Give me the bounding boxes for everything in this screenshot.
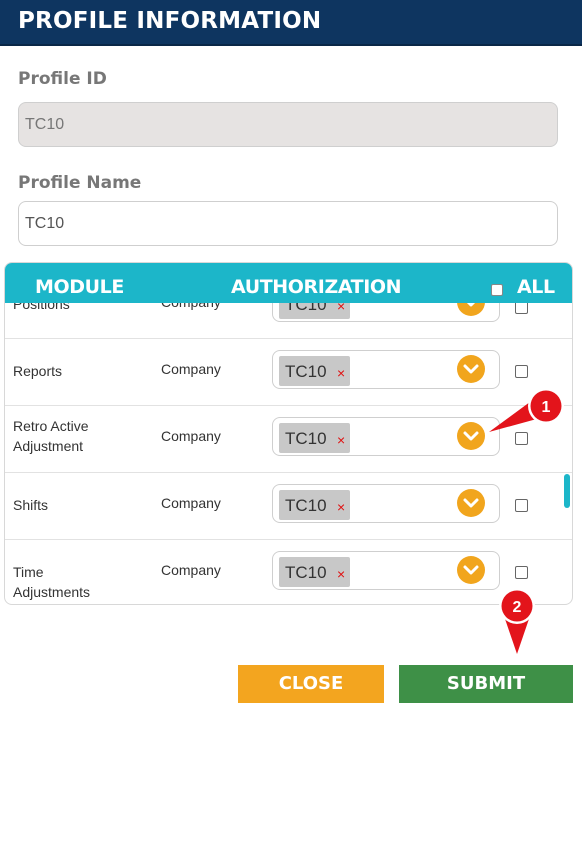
module-cell: Time Adjustments xyxy=(13,564,91,600)
authorization-cell: Company xyxy=(161,495,221,511)
submit-button[interactable]: SUBMIT xyxy=(399,665,573,703)
chevron-down-icon[interactable] xyxy=(457,556,485,584)
row-checkbox[interactable] xyxy=(515,365,528,378)
module-cell: Retro Active Adjustment xyxy=(13,418,89,454)
table-row: Time Adjustments Company TC10 × xyxy=(5,540,572,604)
tag-label: TC10 xyxy=(285,429,327,448)
profile-select[interactable]: TC10 × xyxy=(272,551,500,590)
profile-information-page: PROFILE INFORMATION Profile ID Profile N… xyxy=(0,0,582,847)
table-row: Shifts Company TC10 × xyxy=(5,473,572,540)
remove-tag-icon[interactable]: × xyxy=(337,566,345,582)
selected-tag: TC10 × xyxy=(279,557,350,587)
selected-tag: TC10 × xyxy=(279,356,350,386)
tag-label: TC10 xyxy=(285,362,327,381)
module-column-header: MODULE xyxy=(35,276,124,298)
marker-label: 2 xyxy=(513,599,522,616)
profile-select[interactable]: TC10 × xyxy=(272,484,500,523)
authorization-column-header: AUTHORIZATION xyxy=(231,276,402,298)
remove-tag-icon[interactable]: × xyxy=(337,365,345,381)
remove-tag-icon[interactable]: × xyxy=(337,499,345,515)
module-cell: Shifts xyxy=(13,497,49,513)
scrollbar-thumb[interactable] xyxy=(564,474,570,508)
page-title: PROFILE INFORMATION xyxy=(18,8,322,34)
select-all-checkbox[interactable] xyxy=(491,284,503,296)
authorization-cell: Company xyxy=(161,361,221,377)
all-column-header: ALL xyxy=(517,276,555,298)
marker-label: 1 xyxy=(542,399,551,416)
close-button[interactable]: CLOSE xyxy=(238,665,384,703)
chevron-down-icon[interactable] xyxy=(457,489,485,517)
pointer-marker-icon: 2 xyxy=(499,588,535,654)
authorization-cell: Company xyxy=(161,428,221,444)
profile-id-field[interactable] xyxy=(18,102,558,147)
profile-id-label: Profile ID xyxy=(18,69,107,89)
tag-label: TC10 xyxy=(285,563,327,582)
profile-select[interactable]: TC10 × xyxy=(272,350,500,389)
module-cell: Reports xyxy=(13,363,63,379)
profile-name-label: Profile Name xyxy=(18,173,142,193)
row-checkbox[interactable] xyxy=(515,566,528,579)
table-header: MODULE AUTHORIZATION ALL xyxy=(5,263,572,303)
tag-label: TC10 xyxy=(285,496,327,515)
selected-tag: TC10 × xyxy=(279,423,350,453)
selected-tag: TC10 × xyxy=(279,490,350,520)
row-checkbox[interactable] xyxy=(515,499,528,512)
pointer-marker-icon: 1 xyxy=(489,388,564,432)
header-bar: PROFILE INFORMATION xyxy=(0,0,582,46)
profile-select[interactable]: TC10 × xyxy=(272,417,500,456)
chevron-down-icon[interactable] xyxy=(457,355,485,383)
authorization-cell: Company xyxy=(161,562,221,578)
profile-name-field[interactable] xyxy=(18,201,558,246)
remove-tag-icon[interactable]: × xyxy=(337,432,345,448)
chevron-down-icon[interactable] xyxy=(457,422,485,450)
